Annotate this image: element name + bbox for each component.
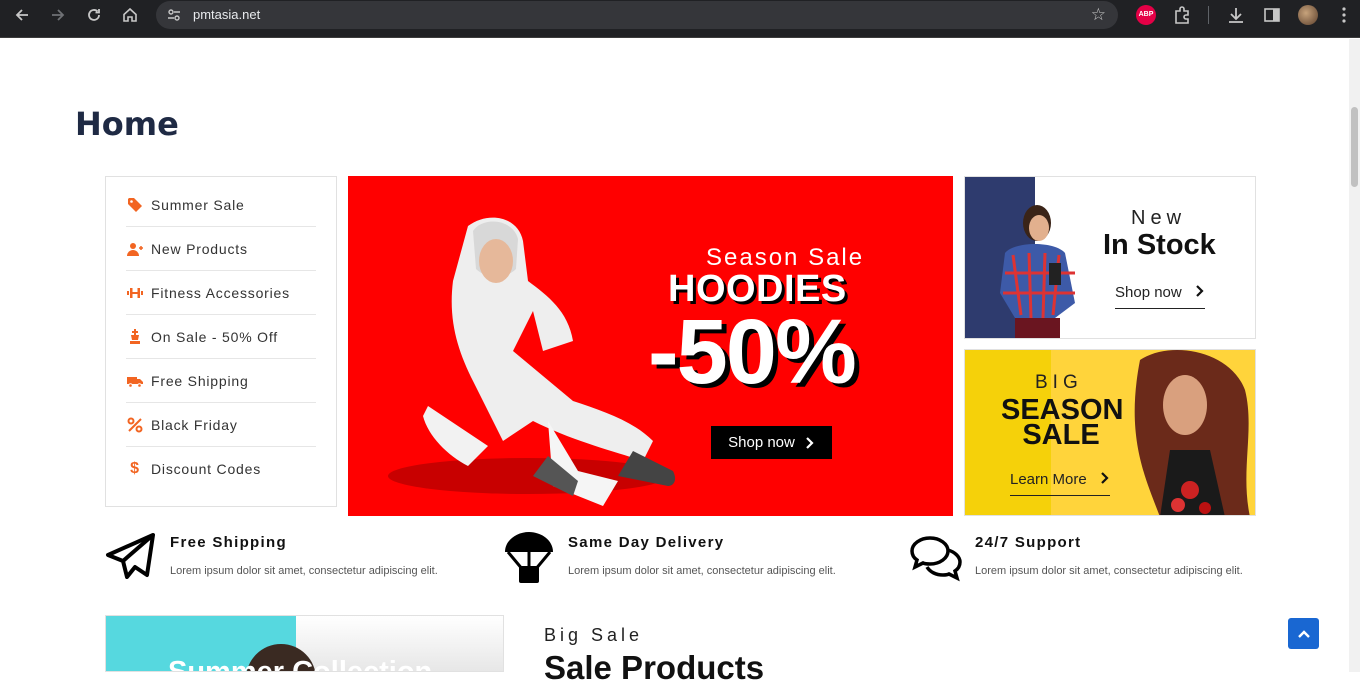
- feature-title: Free Shipping: [170, 534, 287, 551]
- hero-shop-now-button[interactable]: Shop now: [711, 426, 832, 459]
- promo-shop-now-link[interactable]: Shop now: [1115, 284, 1205, 309]
- home-icon: [123, 7, 137, 22]
- sale-section-title: Sale Products: [544, 649, 765, 686]
- chevron-right-icon: [1196, 285, 1204, 297]
- feature-same-day-delivery: Same Day Delivery Lorem ipsum dolor sit …: [503, 532, 863, 592]
- profile-avatar[interactable]: [1298, 5, 1318, 25]
- sidebar-item-label: Black Friday: [151, 416, 238, 433]
- side-panel-icon[interactable]: [1262, 5, 1282, 25]
- hero-discount: -50%: [648, 301, 857, 403]
- menu-kebab-icon[interactable]: [1334, 5, 1354, 25]
- collection-caption: Summer Collection: [168, 656, 433, 672]
- chevron-right-icon: [1101, 472, 1109, 484]
- promo-card-season-sale[interactable]: BIG SEASON SALE Learn More: [964, 349, 1256, 516]
- chat-bubbles-icon: [910, 536, 962, 582]
- toolbar-divider: [1208, 6, 1209, 24]
- sidebar-item-summer-sale[interactable]: Summer Sale: [126, 183, 316, 227]
- home-button[interactable]: [118, 4, 142, 26]
- sidebar-item-fitness-accessories[interactable]: Fitness Accessories: [126, 271, 316, 315]
- feature-title: Same Day Delivery: [568, 534, 725, 551]
- chevron-up-icon: [1297, 629, 1310, 638]
- feature-free-shipping: Free Shipping Lorem ipsum dolor sit amet…: [105, 532, 465, 592]
- truck-icon: [126, 372, 144, 390]
- parachute-box-icon: [505, 532, 553, 583]
- category-sidebar: Summer Sale New Products Fitness Accesso…: [105, 176, 337, 507]
- promo-kicker: New: [1131, 207, 1187, 229]
- feature-text: Lorem ipsum dolor sit amet, consectetur …: [975, 565, 1243, 577]
- sidebar-item-label: Fitness Accessories: [151, 284, 290, 301]
- summer-collection-banner[interactable]: Summer Collection: [105, 615, 504, 672]
- arrow-left-icon: [15, 9, 28, 21]
- promo-learn-more-link[interactable]: Learn More: [1010, 471, 1110, 496]
- sidebar-item-label: Discount Codes: [151, 461, 262, 477]
- forward-button[interactable]: [46, 4, 70, 26]
- bookmark-star-icon[interactable]: ☆: [1091, 6, 1106, 24]
- link-label: Shop now: [1115, 284, 1182, 301]
- user-icon: [126, 240, 144, 258]
- sidebar-item-label: Summer Sale: [151, 196, 245, 213]
- sidebar-item-free-shipping[interactable]: Free Shipping: [126, 359, 316, 403]
- back-to-top-button[interactable]: [1288, 618, 1319, 649]
- promo-model-image: [1134, 350, 1250, 515]
- chevron-right-icon: [806, 436, 814, 449]
- url-text[interactable]: pmtasia.net: [193, 7, 260, 22]
- sale-kicker: Big Sale: [544, 625, 644, 645]
- dollar-icon: $: [130, 460, 140, 477]
- percent-icon: [126, 416, 144, 434]
- feature-title: 24/7 Support: [975, 534, 1082, 551]
- link-label: Learn More: [1010, 471, 1087, 488]
- feature-text: Lorem ipsum dolor sit amet, consectetur …: [170, 565, 438, 577]
- page-title: Home: [75, 105, 179, 143]
- sidebar-item-label: New Products: [151, 240, 248, 257]
- page-scrollbar[interactable]: [1349, 39, 1360, 672]
- page-content: Home Summer Sale New Products Fitness Ac…: [0, 39, 1349, 686]
- dumbbell-icon: [126, 284, 144, 302]
- browser-toolbar: pmtasia.net ☆ ABP: [0, 0, 1360, 38]
- button-label: Shop now: [728, 434, 795, 451]
- promo-kicker: BIG: [1035, 372, 1083, 393]
- promo-model-image: [1000, 205, 1075, 338]
- scrollbar-thumb[interactable]: [1351, 107, 1358, 187]
- reload-button[interactable]: [82, 4, 106, 26]
- reload-icon: [88, 9, 100, 21]
- sidebar-item-label: Free Shipping: [151, 372, 249, 389]
- promo-title: SEASON SALE: [1001, 394, 1124, 451]
- paper-plane-icon: [106, 533, 155, 579]
- extensions-puzzle-icon[interactable]: [1172, 5, 1192, 25]
- sidebar-item-new-products[interactable]: New Products: [126, 227, 316, 271]
- address-bar[interactable]: pmtasia.net ☆: [156, 1, 1118, 29]
- download-icon[interactable]: [1226, 5, 1246, 25]
- promo-card-in-stock[interactable]: New In Stock Shop now: [964, 176, 1256, 339]
- back-button[interactable]: [10, 4, 34, 26]
- feature-24-7-support: 24/7 Support Lorem ipsum dolor sit amet,…: [910, 532, 1270, 592]
- hero-banner[interactable]: Season Sale HOODIES -50% Shop now: [348, 176, 953, 516]
- tag-icon: [126, 196, 144, 214]
- chess-king-icon: [126, 328, 144, 346]
- site-settings-icon[interactable]: [166, 7, 182, 23]
- sidebar-item-discount-codes[interactable]: $ Discount Codes: [126, 447, 316, 491]
- feature-text: Lorem ipsum dolor sit amet, consectetur …: [568, 565, 836, 577]
- sidebar-item-on-sale[interactable]: On Sale - 50% Off: [126, 315, 316, 359]
- arrow-right-icon: [52, 9, 65, 21]
- sidebar-item-label: On Sale - 50% Off: [151, 328, 278, 345]
- sidebar-item-black-friday[interactable]: Black Friday: [126, 403, 316, 447]
- adblock-extension-icon[interactable]: ABP: [1136, 5, 1156, 25]
- promo-title: In Stock: [1103, 229, 1216, 261]
